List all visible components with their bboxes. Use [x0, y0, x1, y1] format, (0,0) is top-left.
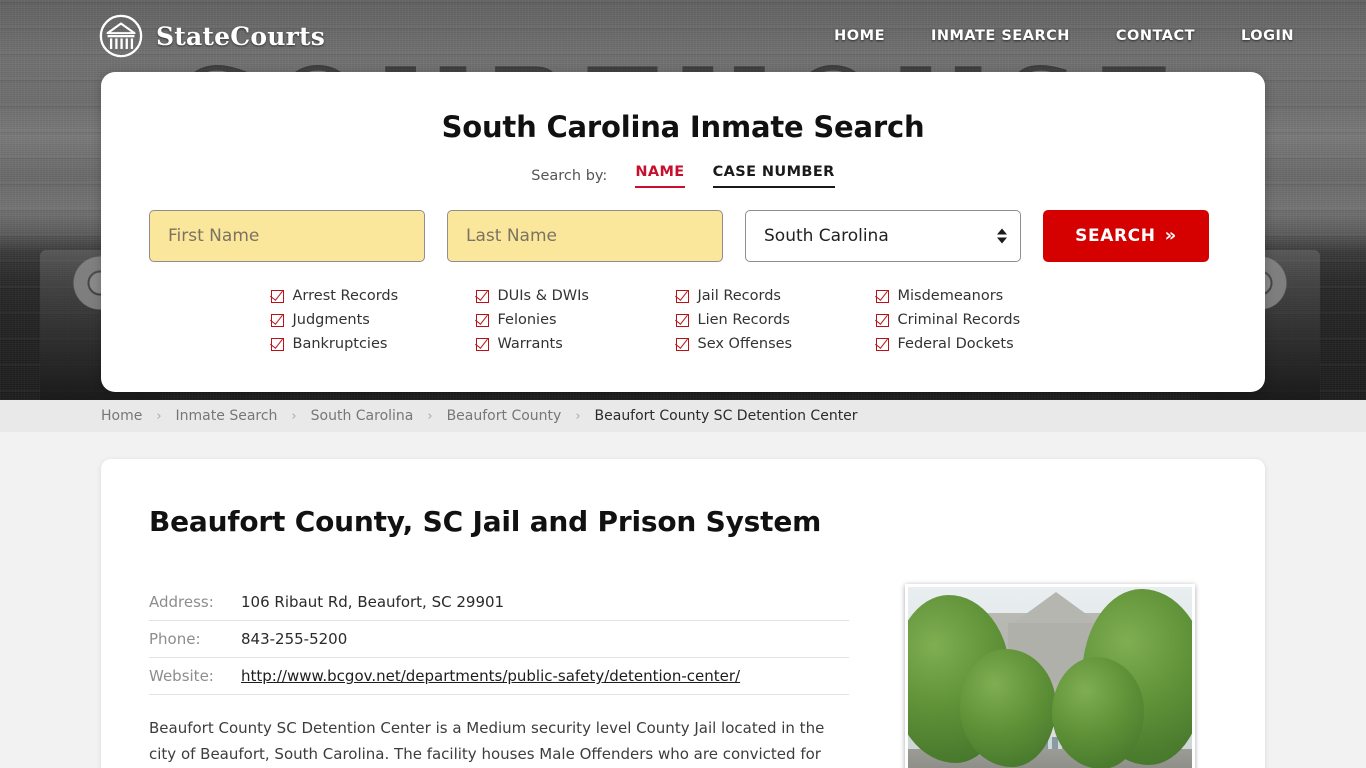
- photo-tree: [960, 649, 1056, 767]
- record-type-item[interactable]: Lien Records: [675, 312, 876, 328]
- facility-description: Beaufort County SC Detention Center is a…: [149, 719, 825, 763]
- record-type-label: Warrants: [497, 336, 563, 352]
- checkbox-checked-icon[interactable]: [875, 337, 889, 351]
- search-by-row: Search by: NAME CASE NUMBER: [135, 164, 1231, 188]
- content-area: Beaufort County, SC Jail and Prison Syst…: [0, 432, 1366, 768]
- first-name-input[interactable]: [149, 210, 425, 262]
- checkbox-checked-icon[interactable]: [475, 337, 489, 351]
- facility-photo: [905, 584, 1195, 768]
- info-value-website: http://www.bcgov.net/departments/public-…: [241, 658, 849, 695]
- nav-item-login[interactable]: LOGIN: [1241, 28, 1294, 44]
- checkbox-checked-icon[interactable]: [875, 313, 889, 327]
- main-nav: HOME INMATE SEARCH CONTACT LOGIN: [834, 28, 1294, 44]
- record-type-label: Felonies: [497, 312, 557, 328]
- tab-name[interactable]: NAME: [635, 164, 685, 188]
- detail-left-column: Address: 106 Ribaut Rd, Beaufort, SC 299…: [149, 584, 849, 768]
- double-chevron-right-icon: »: [1164, 225, 1177, 246]
- courthouse-circle-icon: [99, 14, 143, 58]
- nav-item-home[interactable]: HOME: [834, 28, 885, 44]
- record-type-item[interactable]: Criminal Records: [875, 312, 1096, 328]
- checkbox-checked-icon[interactable]: [270, 289, 284, 303]
- website-link[interactable]: http://www.bcgov.net/departments/public-…: [241, 667, 740, 685]
- table-row: Phone: 843-255-5200: [149, 621, 849, 658]
- record-type-label: Lien Records: [697, 312, 790, 328]
- breadcrumb-separator-icon: ›: [575, 408, 581, 424]
- photo-tree: [1052, 657, 1144, 768]
- breadcrumb-item-home[interactable]: Home: [101, 408, 142, 424]
- facility-info-table: Address: 106 Ribaut Rd, Beaufort, SC 299…: [149, 584, 849, 695]
- record-type-label: Bankruptcies: [292, 336, 388, 352]
- page-title: Beaufort County, SC Jail and Prison Syst…: [149, 505, 822, 538]
- facility-detail-card: Beaufort County, SC Jail and Prison Syst…: [101, 459, 1265, 768]
- record-type-item[interactable]: Warrants: [475, 336, 676, 352]
- state-select-value[interactable]: South Carolina: [745, 210, 1021, 262]
- record-type-label: Jail Records: [697, 288, 781, 304]
- breadcrumb-separator-icon: ›: [427, 408, 433, 424]
- record-type-label: Sex Offenses: [697, 336, 793, 352]
- hero-banner: COURTHOUSE StateCourts HOME INMATE SEARC…: [0, 0, 1366, 400]
- record-type-label: Federal Dockets: [897, 336, 1014, 352]
- checkbox-checked-icon[interactable]: [875, 289, 889, 303]
- breadcrumb-item-south-carolina[interactable]: South Carolina: [311, 408, 414, 424]
- checkbox-checked-icon[interactable]: [270, 313, 284, 327]
- search-panel-title: South Carolina Inmate Search: [441, 110, 925, 144]
- checkbox-checked-icon[interactable]: [270, 337, 284, 351]
- info-value-address: 106 Ribaut Rd, Beaufort, SC 29901: [241, 593, 505, 611]
- checkbox-checked-icon[interactable]: [675, 337, 689, 351]
- record-type-item[interactable]: Misdemeanors: [875, 288, 1096, 304]
- record-type-label: Misdemeanors: [897, 288, 1004, 304]
- record-type-label: Arrest Records: [292, 288, 399, 304]
- record-type-list: Arrest Records DUIs & DWIs Jail Records …: [135, 288, 1231, 352]
- inmate-search-card: South Carolina Inmate Search Search by: …: [101, 72, 1265, 392]
- record-type-item[interactable]: Bankruptcies: [270, 336, 476, 352]
- detail-columns: Address: 106 Ribaut Rd, Beaufort, SC 299…: [149, 584, 1217, 768]
- checkbox-checked-icon[interactable]: [675, 313, 689, 327]
- nav-item-inmate-search[interactable]: INMATE SEARCH: [931, 28, 1070, 44]
- checkbox-checked-icon[interactable]: [475, 313, 489, 327]
- record-type-item[interactable]: Judgments: [270, 312, 476, 328]
- search-button-label: SEARCH: [1075, 226, 1156, 246]
- info-key-address: Address:: [149, 593, 214, 611]
- breadcrumb-separator-icon: ›: [156, 408, 162, 424]
- top-navigation-bar: StateCourts HOME INMATE SEARCH CONTACT L…: [0, 0, 1366, 72]
- table-row: Address: 106 Ribaut Rd, Beaufort, SC 299…: [149, 584, 849, 621]
- checkbox-checked-icon[interactable]: [475, 289, 489, 303]
- breadcrumb-separator-icon: ›: [291, 408, 297, 424]
- breadcrumb-item-inmate-search[interactable]: Inmate Search: [176, 408, 278, 424]
- record-type-item[interactable]: Sex Offenses: [675, 336, 876, 352]
- record-type-label: DUIs & DWIs: [497, 288, 589, 304]
- record-type-item[interactable]: Federal Dockets: [875, 336, 1096, 352]
- tab-case-number[interactable]: CASE NUMBER: [712, 164, 835, 188]
- brand-name: StateCourts: [156, 21, 325, 51]
- site-brand[interactable]: StateCourts: [98, 13, 325, 59]
- search-by-label: Search by:: [531, 168, 608, 184]
- nav-item-contact[interactable]: CONTACT: [1116, 28, 1195, 44]
- last-name-input[interactable]: [447, 210, 723, 262]
- breadcrumb-item-beaufort-county[interactable]: Beaufort County: [447, 408, 562, 424]
- state-select[interactable]: South Carolina: [745, 210, 1021, 262]
- record-type-item[interactable]: Jail Records: [675, 288, 876, 304]
- checkbox-checked-icon[interactable]: [675, 289, 689, 303]
- breadcrumb-item-current: Beaufort County SC Detention Center: [594, 408, 858, 424]
- search-form: South Carolina SEARCH »: [135, 210, 1231, 262]
- breadcrumb: Home › Inmate Search › South Carolina › …: [0, 400, 1366, 432]
- record-type-label: Criminal Records: [897, 312, 1021, 328]
- info-key-phone: Phone:: [149, 630, 201, 648]
- record-type-item[interactable]: DUIs & DWIs: [475, 288, 676, 304]
- record-type-item[interactable]: Arrest Records: [270, 288, 476, 304]
- info-key-website: Website:: [149, 667, 214, 685]
- info-value-phone: 843-255-5200: [241, 630, 348, 648]
- record-type-item[interactable]: Felonies: [475, 312, 676, 328]
- record-type-label: Judgments: [292, 312, 370, 328]
- search-button[interactable]: SEARCH »: [1043, 210, 1209, 262]
- table-row: Website: http://www.bcgov.net/department…: [149, 658, 849, 695]
